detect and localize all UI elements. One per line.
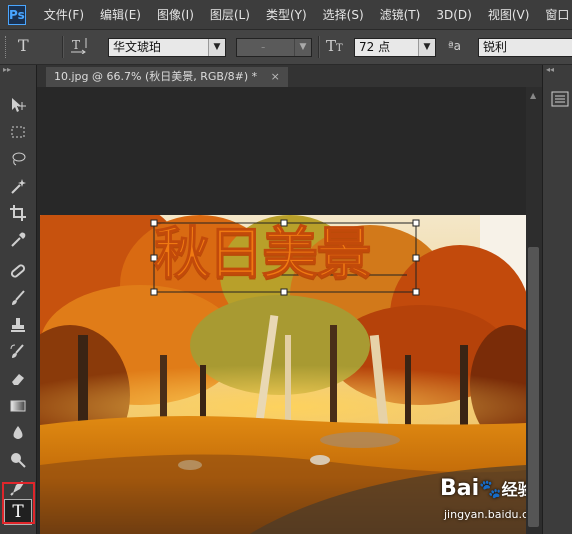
panel-toggle-icon[interactable]	[551, 91, 569, 107]
menu-3d[interactable]: 3D(D)	[428, 8, 479, 22]
menu-view[interactable]: 视图(V)	[480, 6, 538, 23]
canvas-vertical-scrollbar[interactable]: ▲	[526, 87, 542, 534]
chevron-down-icon: ▼	[208, 39, 225, 56]
brush-tool-icon[interactable]	[4, 286, 32, 310]
options-bar: T T 华文琥珀 ▼ - ▼ TT 72 点 ▼ ªa 锐利	[0, 29, 572, 65]
svg-text:T: T	[72, 38, 80, 52]
eraser-tool-icon[interactable]	[4, 367, 32, 391]
type-tool-highlight	[2, 482, 35, 524]
text-orientation-icon[interactable]: T	[70, 36, 88, 58]
scroll-up-icon[interactable]: ▲	[530, 91, 536, 100]
font-style-select[interactable]: - ▼	[236, 38, 312, 57]
close-icon[interactable]: ×	[271, 70, 280, 83]
gradient-tool-icon[interactable]	[4, 394, 32, 418]
watermark-brand: Bai🐾经验	[440, 476, 534, 501]
blur-tool-icon[interactable]	[4, 421, 32, 445]
tools-panel: ▸▸ T	[0, 65, 37, 534]
options-separator	[62, 36, 64, 58]
paw-icon: 🐾	[479, 479, 502, 500]
menu-layer[interactable]: 图层(L)	[202, 6, 258, 23]
scrollbar-thumb[interactable]	[528, 247, 539, 527]
type-tool-preset-icon[interactable]: T	[18, 36, 29, 55]
document-tab[interactable]: 10.jpg @ 66.7% (秋日美景, RGB/8#) * ×	[46, 67, 288, 87]
anti-alias-icon: ªa	[448, 39, 462, 53]
panel-expand-icon[interactable]: ◂◂	[543, 65, 572, 75]
marquee-tool-icon[interactable]	[4, 120, 32, 144]
dodge-tool-icon[interactable]	[4, 448, 32, 472]
healing-brush-tool-icon[interactable]	[4, 259, 32, 283]
photoshop-logo: Ps	[8, 4, 26, 25]
font-family-value: 华文琥珀	[113, 40, 162, 54]
font-size-select[interactable]: 72 点 ▼	[354, 38, 436, 57]
chevron-down-icon: ▼	[418, 39, 435, 56]
eyedropper-tool-icon[interactable]	[4, 228, 32, 252]
right-panel-dock: ◂◂	[542, 65, 572, 534]
font-style-value: -	[261, 40, 266, 54]
document-tab-strip: 10.jpg @ 66.7% (秋日美景, RGB/8#) * ×	[37, 65, 542, 87]
menu-filter[interactable]: 滤镜(T)	[372, 6, 429, 23]
canvas-area[interactable]: 秋日美景	[37, 87, 526, 534]
canvas-text-layer: 秋日美景	[154, 222, 373, 287]
font-family-select[interactable]: 华文琥珀 ▼	[108, 38, 226, 57]
anti-alias-value: 锐利	[483, 40, 508, 54]
menu-bar: Ps 文件(F) 编辑(E) 图像(I) 图层(L) 类型(Y) 选择(S) 滤…	[0, 0, 572, 29]
lasso-tool-icon[interactable]	[4, 147, 32, 171]
options-grip[interactable]	[5, 36, 8, 58]
menu-file[interactable]: 文件(F)	[36, 6, 92, 23]
menu-edit[interactable]: 编辑(E)	[92, 6, 149, 23]
anti-alias-select[interactable]: 锐利	[478, 38, 572, 57]
history-brush-tool-icon[interactable]	[4, 340, 32, 364]
crop-tool-icon[interactable]	[4, 201, 32, 225]
magic-wand-tool-icon[interactable]	[4, 174, 32, 198]
document-tab-title: 10.jpg @ 66.7% (秋日美景, RGB/8#) *	[54, 70, 258, 83]
menu-window[interactable]: 窗口	[537, 6, 572, 23]
move-tool-icon[interactable]	[4, 93, 32, 117]
svg-text:T: T	[336, 43, 343, 54]
font-size-icon: TT	[326, 36, 346, 58]
menu-type[interactable]: 类型(Y)	[258, 6, 315, 23]
svg-text:T: T	[326, 37, 336, 54]
watermark-brand-text: Bai	[440, 476, 480, 501]
panel-collapse-icon[interactable]: ▸▸	[0, 65, 36, 75]
menu-select[interactable]: 选择(S)	[315, 6, 372, 23]
chevron-down-icon: ▼	[294, 39, 311, 56]
menu-image[interactable]: 图像(I)	[149, 6, 202, 23]
options-separator	[318, 36, 320, 58]
font-size-value: 72 点	[359, 40, 391, 54]
clone-stamp-tool-icon[interactable]	[4, 313, 32, 337]
